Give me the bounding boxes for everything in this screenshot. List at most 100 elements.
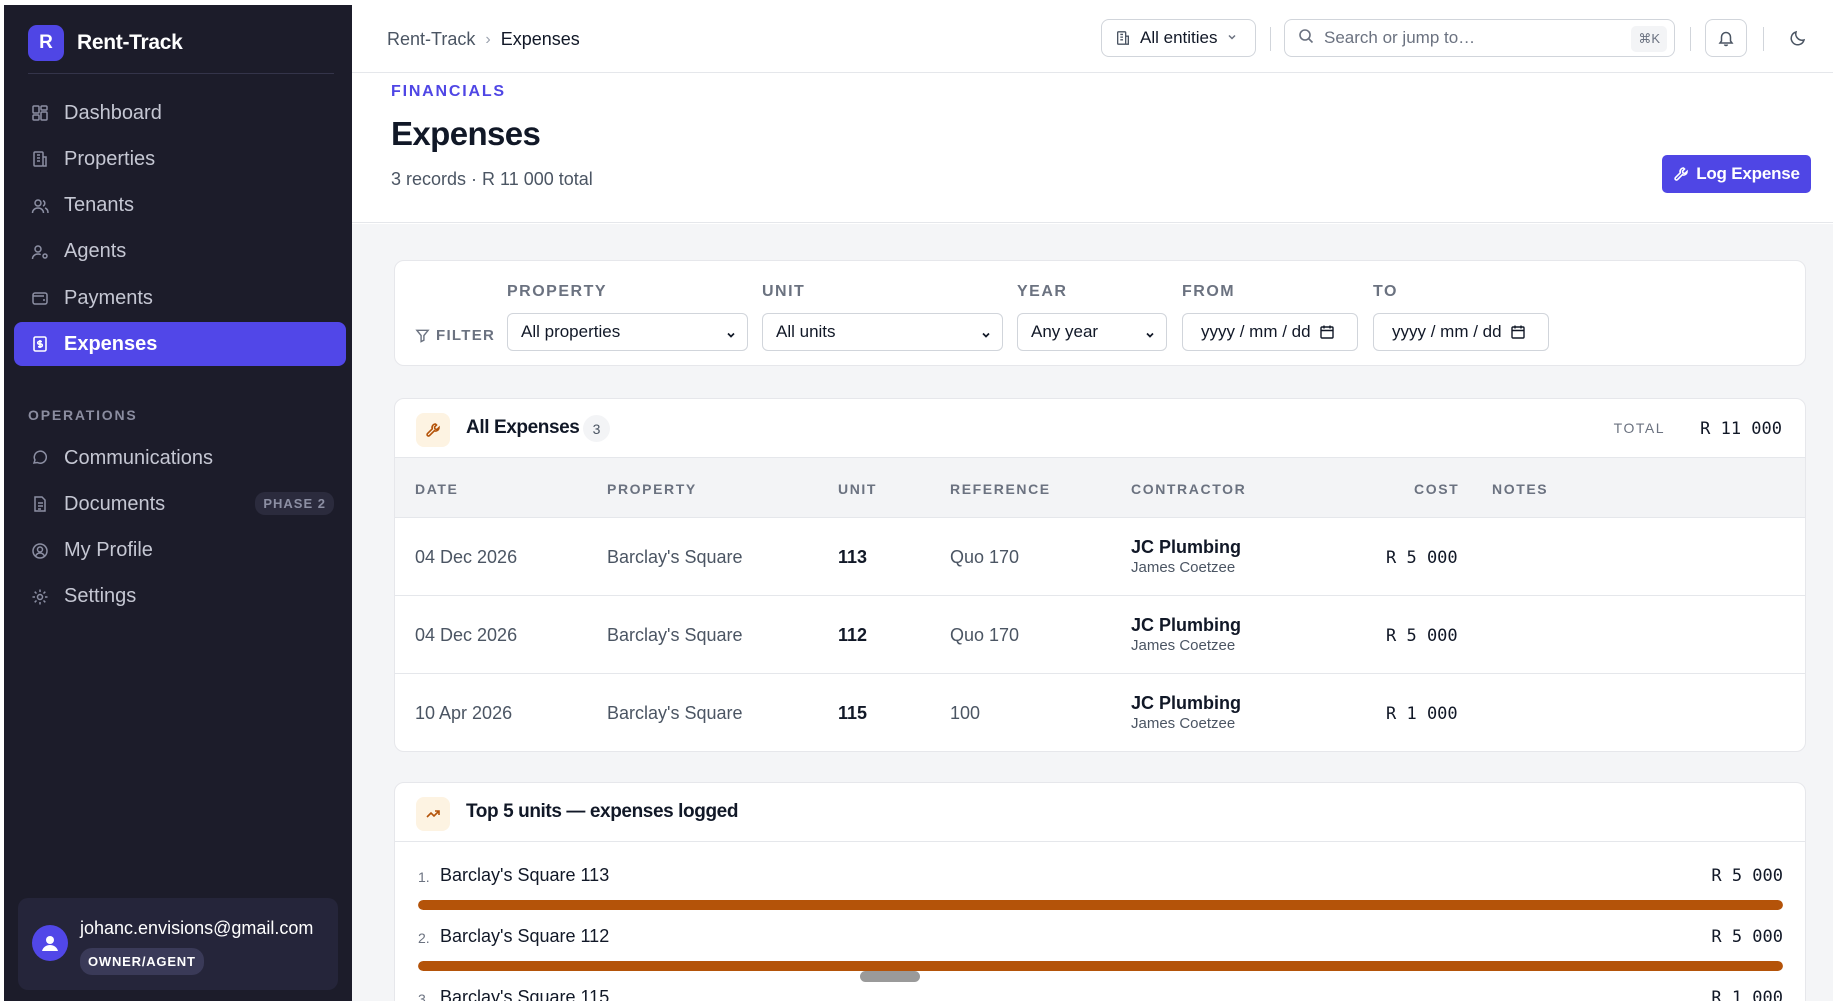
filter-label-text: FILTER [436, 327, 496, 344]
cell-reference: Quo 170 [950, 625, 1020, 645]
operations-nav: Communications Documents PHASE 2 My Prof… [14, 436, 346, 621]
filter-icon [415, 328, 430, 343]
top-units-card: Top 5 units — expenses logged 1. Barclay… [394, 782, 1806, 1001]
search-box[interactable]: ⌘K [1284, 19, 1675, 57]
divider [1690, 27, 1691, 51]
breadcrumb-root[interactable]: Rent-Track [387, 29, 475, 50]
cell-date: 04 Dec 2026 [415, 625, 518, 645]
rank-label: Barclay's Square 113 [440, 865, 610, 885]
main-nav: Dashboard Properties Tenants Agents Paym… [14, 91, 346, 369]
calendar-icon[interactable] [1319, 324, 1335, 340]
nav-label: My Profile [64, 539, 153, 562]
theme-toggle-button[interactable] [1777, 19, 1819, 57]
cell-date: 04 Dec 2026 [415, 547, 518, 567]
trending-up-icon [416, 797, 450, 831]
table-row[interactable]: 04 Dec 2026 Barclay's Square 113 Quo 170… [395, 518, 1805, 596]
nav-item-settings[interactable]: Settings [14, 575, 346, 619]
cell-unit: 115 [838, 703, 868, 723]
table-row[interactable]: 04 Dec 2026 Barclay's Square 112 Quo 170… [395, 596, 1805, 674]
cell-date: 10 Apr 2026 [415, 703, 513, 723]
property-select-value: All properties [521, 322, 621, 341]
divider [1270, 27, 1271, 51]
chevron-down-icon [725, 326, 737, 346]
table-row[interactable]: 10 Apr 2026 Barclay's Square 115 100 JC … [395, 674, 1805, 751]
chevron-down-icon [1144, 326, 1156, 346]
rank-value: R 1 000 [1711, 988, 1783, 1001]
nav-item-expenses[interactable]: Expenses [14, 322, 346, 367]
user-icon [42, 936, 58, 951]
gear-icon [30, 587, 50, 607]
search-input[interactable] [1324, 28, 1614, 48]
column-header-notes[interactable]: NOTES [1492, 481, 1548, 497]
to-date-input[interactable]: yyyy / mm / dd [1373, 313, 1549, 351]
receipt-icon [30, 334, 50, 354]
unit-select[interactable]: All units [762, 313, 1003, 351]
scrollbar-thumb[interactable] [860, 971, 920, 982]
divider [1763, 27, 1764, 51]
card-title: All Expenses [466, 417, 580, 438]
nav-label: Tenants [64, 194, 135, 217]
nav-label: Communications [64, 446, 213, 469]
from-filter-label: FROM [1182, 283, 1236, 300]
rank-number: 2. [418, 930, 430, 946]
user-role-badge: OWNER/AGENT [80, 948, 204, 975]
entity-selector[interactable]: All entities [1101, 19, 1256, 57]
to-filter-label: TO [1373, 283, 1398, 300]
contractor-contact: James Coetzee [1131, 559, 1236, 576]
divider [395, 841, 1805, 842]
rank-label: Barclay's Square 115 [440, 987, 610, 1001]
progress-bar [418, 900, 1783, 910]
user-card[interactable]: johanc.envisions@gmail.com OWNER/AGENT [18, 898, 338, 990]
dashboard-icon [30, 103, 50, 123]
cell-contractor: JC Plumbing James Coetzee [1131, 693, 1241, 732]
log-expense-button[interactable]: Log Expense [1662, 155, 1811, 193]
chevron-down-icon [1226, 28, 1238, 48]
column-header-property[interactable]: PROPERTY [607, 481, 697, 497]
column-header-cost[interactable]: COST [1414, 481, 1459, 497]
nav-item-documents[interactable]: Documents PHASE 2 [14, 482, 346, 526]
nav-label: Expenses [64, 332, 158, 355]
year-select[interactable]: Any year [1017, 313, 1167, 351]
cell-property: Barclay's Square [607, 625, 743, 645]
avatar [32, 925, 68, 961]
column-header-contractor[interactable]: CONTRACTOR [1131, 481, 1246, 497]
total-label: TOTAL [1613, 420, 1665, 436]
unit-filter-label: UNIT [762, 283, 806, 300]
rank-value: R 5 000 [1711, 927, 1783, 947]
nav-item-properties[interactable]: Properties [14, 137, 346, 181]
calendar-icon[interactable] [1510, 324, 1526, 340]
brand[interactable]: R Rent-Track [28, 25, 183, 61]
nav-item-communications[interactable]: Communications [14, 436, 346, 480]
chevron-down-icon [980, 326, 992, 346]
notifications-button[interactable] [1705, 19, 1747, 57]
total-value: R 11 000 [1700, 419, 1782, 439]
nav-item-payments[interactable]: Payments [14, 276, 346, 320]
nav-item-my-profile[interactable]: My Profile [14, 529, 346, 573]
cell-property: Barclay's Square [607, 703, 743, 723]
card-title: Top 5 units — expenses logged [466, 801, 739, 822]
contractor-contact: James Coetzee [1131, 715, 1236, 732]
unit-select-value: All units [776, 322, 836, 341]
year-filter-label: YEAR [1017, 283, 1068, 300]
nav-item-agents[interactable]: Agents [14, 230, 346, 274]
user-circle-icon [30, 541, 50, 561]
wrench-icon [416, 413, 450, 447]
property-select[interactable]: All properties [507, 313, 748, 351]
contractor-name: JC Plumbing [1131, 693, 1242, 713]
cell-cost: R 5 000 [1386, 626, 1458, 646]
user-email: johanc.envisions@gmail.com [80, 918, 314, 938]
column-header-date[interactable]: DATE [415, 481, 458, 497]
nav-item-dashboard[interactable]: Dashboard [14, 91, 346, 135]
page-subtitle: 3 records · R 11 000 total [391, 169, 593, 189]
nav-item-tenants[interactable]: Tenants [14, 184, 346, 228]
sidebar: R Rent-Track Dashboard Properties Tenant… [4, 5, 352, 1001]
column-header-unit[interactable]: UNIT [838, 481, 877, 497]
contractor-name: JC Plumbing [1131, 537, 1242, 557]
nav-label: Documents [64, 492, 166, 515]
topbar: Rent-Track › Expenses All entities ⌘K [352, 5, 1833, 73]
from-date-input[interactable]: yyyy / mm / dd [1182, 313, 1358, 351]
building-icon [30, 149, 50, 169]
cell-property: Barclay's Square [607, 547, 743, 567]
divider [28, 73, 334, 74]
column-header-reference[interactable]: REFERENCE [950, 481, 1051, 497]
